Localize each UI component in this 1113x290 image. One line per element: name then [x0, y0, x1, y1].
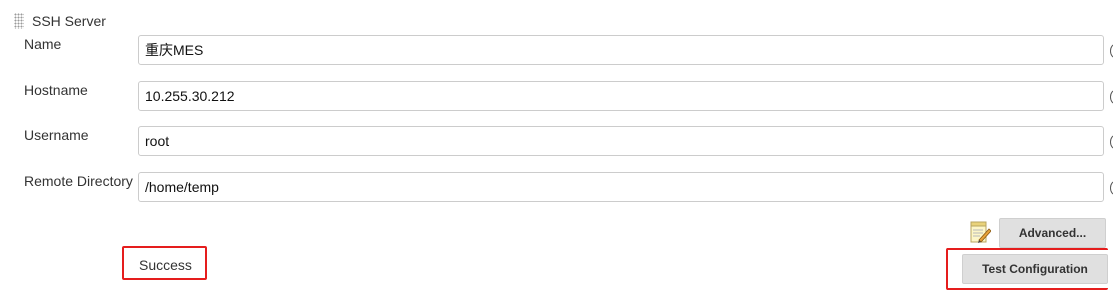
remote-directory-label: Remote Directory [24, 173, 133, 189]
hostname-input[interactable] [138, 81, 1104, 111]
section-title: SSH Server [32, 13, 106, 29]
section-header: SSH Server [14, 12, 106, 30]
advanced-button[interactable]: Advanced... [999, 218, 1106, 248]
name-input[interactable] [138, 35, 1104, 65]
hostname-label: Hostname [24, 82, 88, 98]
drag-handle-icon[interactable] [14, 13, 24, 29]
username-input[interactable] [138, 126, 1104, 156]
status-message: Success [139, 257, 192, 273]
name-label: Name [24, 36, 62, 52]
username-label: Username [24, 127, 89, 143]
remote-directory-input[interactable] [138, 172, 1104, 202]
ssh-server-panel: SSH Server Name Hostname Username Remote… [0, 0, 1113, 290]
notepad-pencil-icon [970, 221, 991, 243]
test-configuration-button[interactable]: Test Configuration [962, 254, 1108, 284]
